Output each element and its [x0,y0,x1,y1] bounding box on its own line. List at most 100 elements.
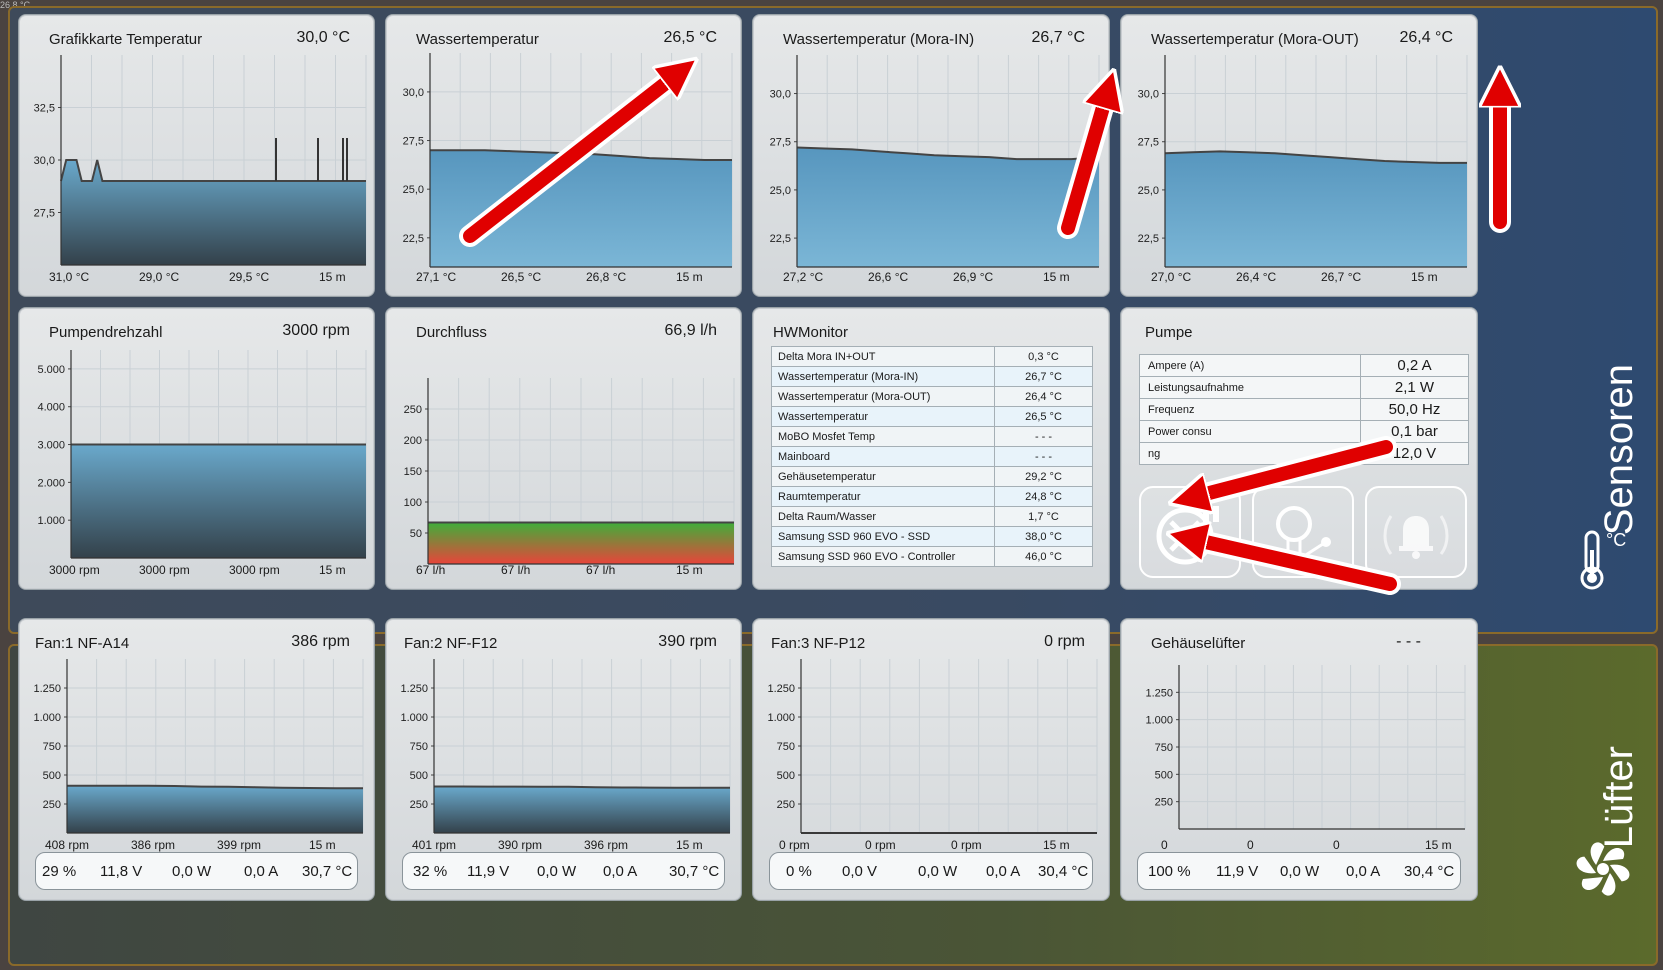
fan-temp: 30,4 °C [1038,863,1089,880]
y-tick-label: 30,0 [770,89,791,101]
panel-pump-rpm[interactable]: Pumpendrehzahl 3000 rpm 5.000 4.000 3.000 2… [18,307,375,590]
hwmonitor-row: Wassertemperatur (Mora-IN) 26,7 °C [771,366,1093,387]
light-switch-button[interactable] [1252,486,1354,578]
pump-row-label: Ampere (A) [1139,354,1361,377]
stat-range: 15 m [676,270,703,284]
pump-row: Power consu 0,1 bar [1139,420,1469,443]
panel-title: HWMonitor [773,324,849,341]
y-tick-label: 32,5 [34,103,55,115]
stat-range: 15 m [1411,270,1438,284]
y-tick-label: 1.000 [767,712,795,724]
stat-max: 0 rpm [779,838,810,852]
fan-icon [1576,842,1630,896]
fan-power: 0,0 W [918,863,958,880]
hwmonitor-row-label: Wassertemperatur (Mora-IN) [771,366,995,387]
stat-min: 3000 rpm [139,563,190,577]
hwmonitor-row-value: - - - [994,446,1093,467]
hwmonitor-row-label: Wassertemperatur [771,406,995,427]
chart-flow: 250 200 150 100 50 [404,378,735,565]
hwmonitor-row-label: Delta Mora IN+OUT [771,346,995,367]
hwmonitor-row-value: 0,3 °C [994,346,1093,367]
y-tick-label: 1.250 [400,683,428,695]
hwmonitor-row-label: Delta Raum/Wasser [771,506,995,527]
fan-percent: 0 % [786,863,812,880]
fan-percent: 100 % [1148,863,1191,880]
pump-row-value: 0,1 bar [1360,420,1469,443]
panel-fan3[interactable]: Fan:3 NF-P12 0 rpm 1.250 1.000 750 500 250 0… [752,618,1110,901]
chart-mora-in: 30,0 27,5 25,0 22,5 [770,55,1100,268]
stat-min: 386 rpm [131,838,176,852]
hwmonitor-row-value: 46,0 °C [994,546,1093,567]
panel-gpu-temp[interactable]: Grafikkarte Temperatur 30,0 °C 32,5 30,0 2… [18,14,375,297]
series-area [428,522,734,564]
y-tick-label: 3.000 [37,440,65,452]
alarm-bell-icon [1383,515,1449,559]
hwmonitor-row-label: Gehäusetemperatur [771,466,995,487]
stat-min: 26,6 °C [868,270,909,284]
fan2-info-bar: 32 % 11,9 V 0,0 W 0,0 A 30,7 °C [402,852,725,890]
fans-section-label: Lüfter [1597,746,1641,849]
pump-off-icon [1156,500,1219,565]
stat-avg: 0 [1333,838,1340,852]
stat-max: 0 [1161,838,1168,852]
fan-current: 0,0 A [244,863,279,880]
stat-avg: 399 rpm [217,838,262,852]
stat-avg: 0 rpm [951,838,982,852]
pump-row-value: 2,1 W [1360,376,1469,399]
chart-mora-out: 30,0 27,5 25,0 22,5 [1138,55,1468,268]
panel-fan2[interactable]: Fan:2 NF-F12 390 rpm 1.250 1.000 750 500 250… [385,618,742,901]
y-tick-label: 250 [410,799,428,811]
y-tick-label: 750 [777,741,795,753]
pump-table: Ampere (A) 0,2 A Leistungsaufnahme 2,1 W Fre… [1139,354,1469,465]
panel-pump[interactable]: Pumpe Ampere (A) 0,2 A Leistungsaufnahme 2,… [1120,307,1478,590]
stat-max: 401 rpm [412,838,457,852]
y-tick-label: 500 [777,770,795,782]
hwmonitor-row-value: 1,7 °C [994,506,1093,527]
stat-range: 15 m [1043,270,1070,284]
hwmonitor-row: Wassertemperatur (Mora-OUT) 26,4 °C [771,386,1093,407]
y-tick-label: 27,5 [1138,137,1159,149]
panel-mora-in-temp[interactable]: Wassertemperatur (Mora-IN) 26,7 °C 30,0 2… [752,14,1110,297]
fan-temp: 30,7 °C [302,863,353,880]
stat-range: 15 m [319,563,346,577]
pump-row-label: Power consu [1139,420,1361,443]
pump-off-button[interactable] [1139,486,1241,578]
fan1-info-bar: 29 % 11,8 V 0,0 W 0,0 A 30,7 °C [35,852,358,890]
series-spike [317,138,319,181]
series-area [434,786,730,833]
thermometer-icon: °C [1580,530,1626,590]
y-tick-label: 22,5 [770,233,791,245]
hwmonitor-row-value: 26,7 °C [994,366,1093,387]
alarm-button[interactable] [1365,486,1467,578]
y-tick-label: 500 [1155,769,1173,781]
hwmonitor-row-value: - - - [994,426,1093,447]
svg-text:°C: °C [1606,530,1626,550]
y-tick-label: 1.000 [37,515,65,527]
panel-fan1[interactable]: Fan:1 NF-A14 386 rpm 1.250 1.000 750 500 250… [18,618,375,901]
panel-flow[interactable]: Durchfluss 66,9 l/h 250 200 150 100 50 67 l/… [385,307,742,590]
hwmonitor-row-label: Mainboard [771,446,995,467]
hwmonitor-row-value: 26,4 °C [994,386,1093,407]
y-tick-label: 250 [43,799,61,811]
pump-row: Leistungsaufnahme 2,1 W [1139,376,1469,399]
stat-range: 15 m [676,838,703,852]
grid [1178,665,1466,829]
series-spike [342,138,344,181]
panel-hwmonitor[interactable]: HWMonitor Delta Mora IN+OUT 0,3 °C Wassert… [752,307,1110,590]
panel-mora-out-temp[interactable]: Wassertemperatur (Mora-OUT) 26,4 °C 30,0… [1120,14,1478,297]
fan-power: 0,0 W [172,863,212,880]
panel-case-fan[interactable]: Gehäuselüfter - - - 1.250 1.000 750 500 250 … [1120,618,1478,901]
y-tick-label: 250 [404,404,422,416]
y-tick-label: 250 [1155,797,1173,809]
y-tick-label: 250 [777,799,795,811]
stat-max: 408 rpm [45,838,90,852]
y-tick-label: 22,5 [403,233,424,245]
pump-row-label: Leistungsaufnahme [1139,376,1361,399]
y-tick-label: 27,5 [770,137,791,149]
stat-min: 390 rpm [498,838,543,852]
panel-water-temp[interactable]: Wassertemperatur 26,5 °C 30,0 27,5 25,0 22,… [385,14,742,297]
fan-power: 0,0 W [537,863,577,880]
fan-current: 0,0 A [1346,863,1381,880]
stat-min: 0 [1247,838,1254,852]
stat-avg: 67 l/h [586,563,616,577]
